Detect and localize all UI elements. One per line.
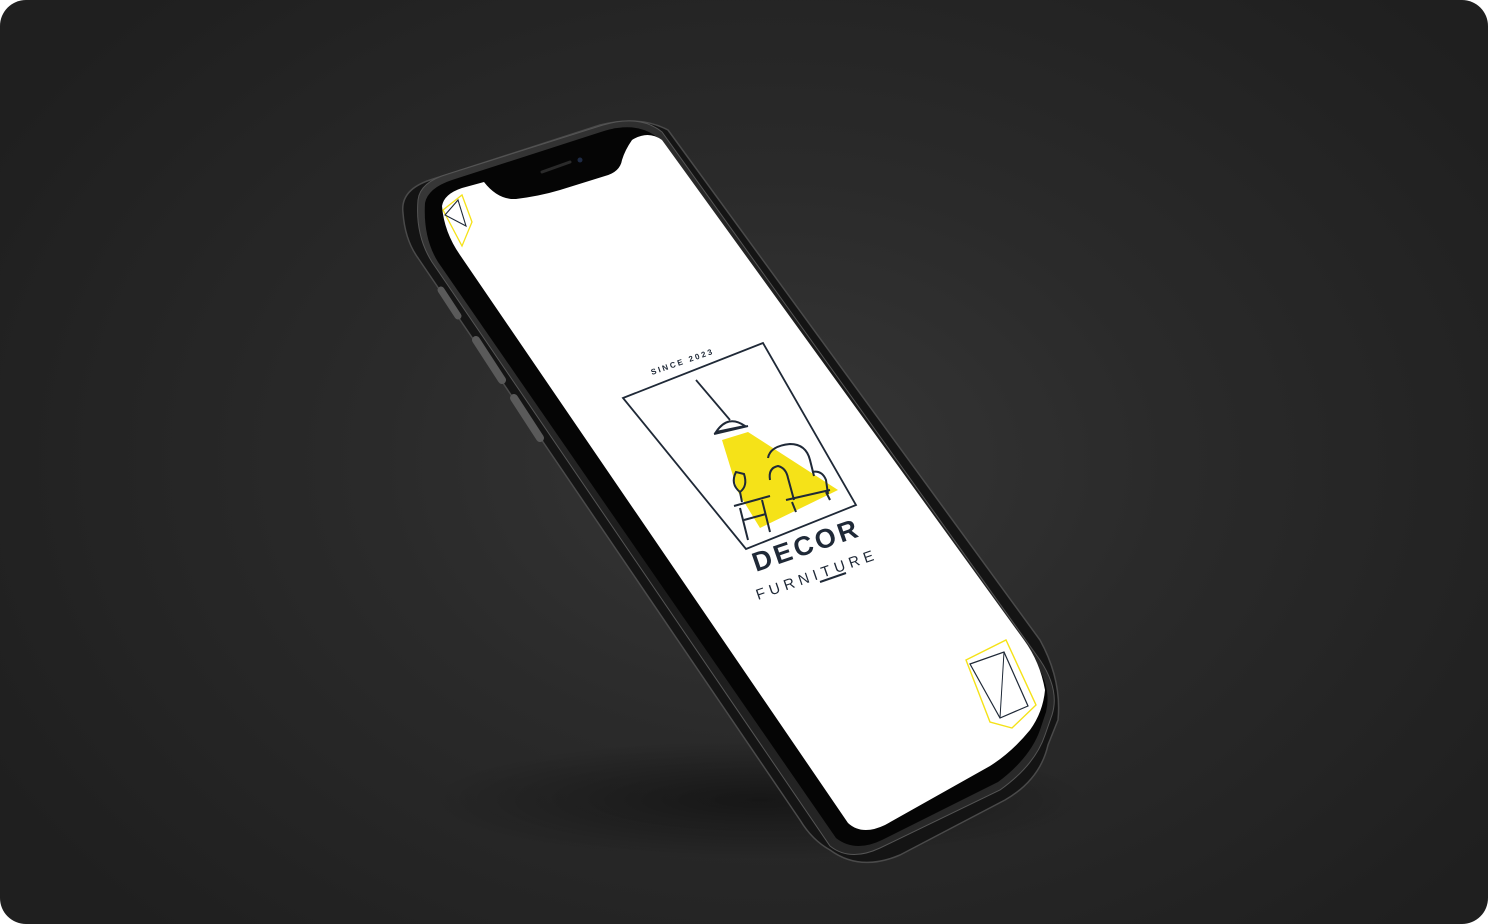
phone-mockup-scene: SINCE 2023 DECOR FURNITURE: [402, 120, 1090, 864]
mockup-background: SINCE 2023 DECOR FURNITURE: [0, 0, 1488, 924]
front-camera: [577, 157, 583, 163]
